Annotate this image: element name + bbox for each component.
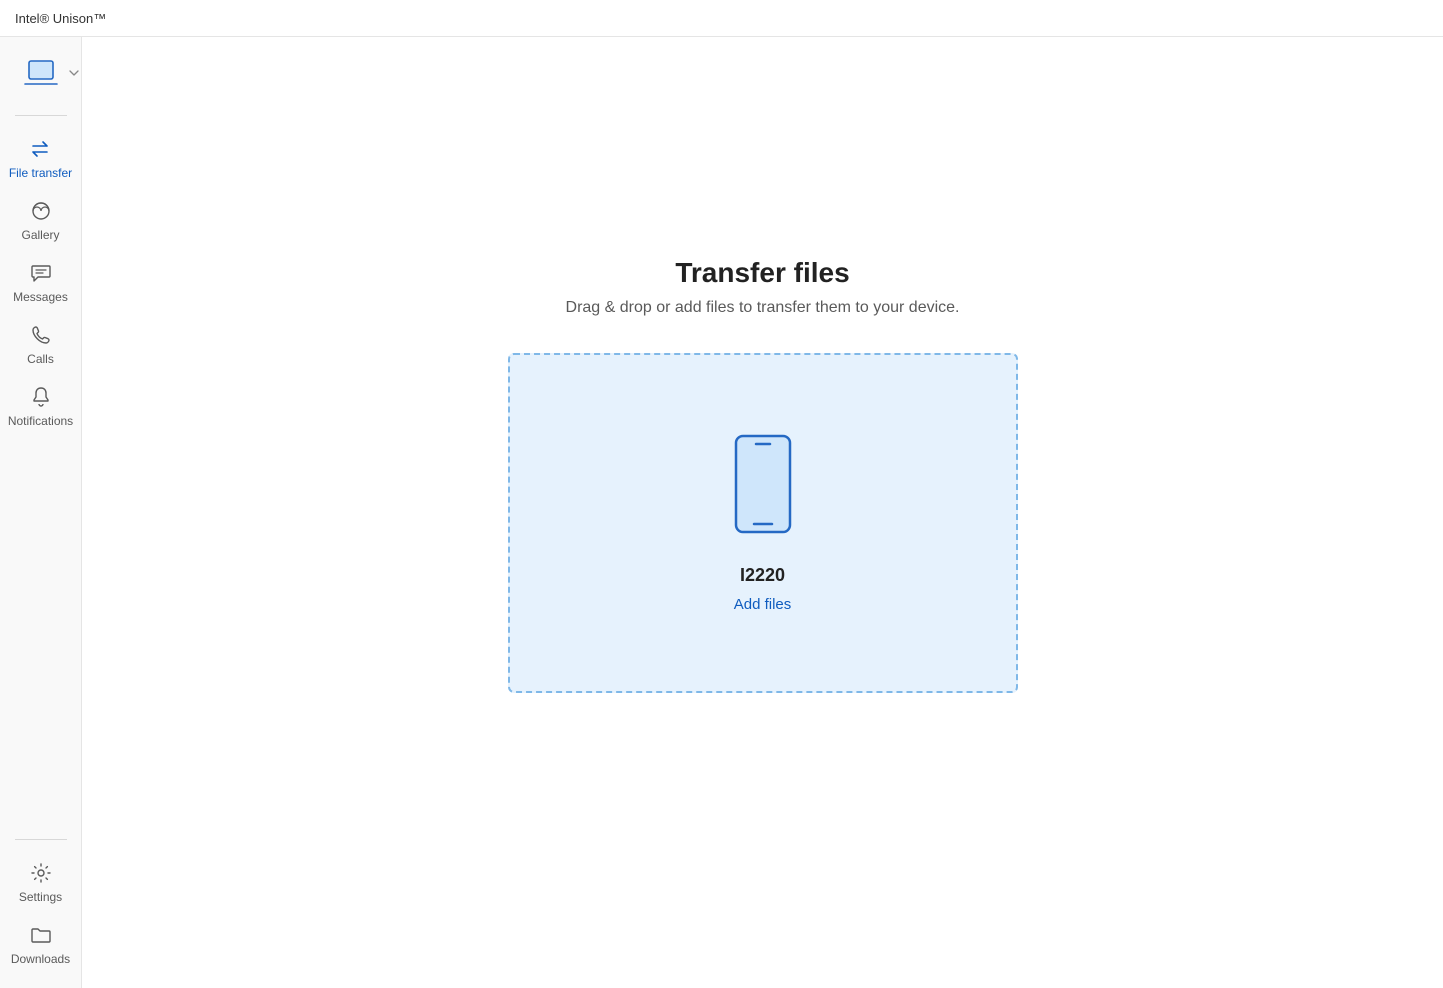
sidebar-item-label: Messages [13,290,68,304]
sidebar-item-gallery[interactable]: Gallery [0,190,81,252]
device-selector[interactable] [13,55,69,91]
sidebar-item-label: Calls [27,352,54,366]
sidebar-item-notifications[interactable]: Notifications [0,376,81,438]
page-subtitle: Drag & drop or add files to transfer the… [566,299,960,317]
chevron-down-icon [69,69,79,77]
smartphone-icon [734,434,792,539]
transfer-icon [30,138,52,160]
sidebar-item-downloads[interactable]: Downloads [0,914,81,976]
app-header: Intel® Unison™ [0,0,1443,37]
gear-icon [31,862,51,884]
sidebar-item-label: Notifications [8,414,73,428]
sidebar-item-file-transfer[interactable]: File transfer [0,128,81,190]
messages-icon [30,262,52,284]
sidebar-divider-bottom [15,839,67,840]
file-dropzone[interactable]: I2220 Add files [508,353,1018,693]
folder-icon [30,924,52,946]
sidebar-item-label: Settings [19,890,62,904]
sidebar-item-messages[interactable]: Messages [0,252,81,314]
bell-icon [31,386,51,408]
main-content: Transfer files Drag & drop or add files … [82,37,1443,988]
phone-icon [31,324,51,346]
sidebar-item-settings[interactable]: Settings [0,852,81,914]
sidebar-item-calls[interactable]: Calls [0,314,81,376]
gallery-icon [31,200,51,222]
add-files-link[interactable]: Add files [734,596,792,613]
device-name: I2220 [740,565,785,586]
sidebar-divider [15,115,67,116]
laptop-icon [24,59,58,87]
sidebar-item-label: Gallery [21,228,59,242]
page-title: Transfer files [675,257,849,289]
app-title: Intel® Unison™ [15,11,106,26]
sidebar-item-label: File transfer [9,166,72,180]
sidebar-item-label: Downloads [11,952,70,966]
sidebar: File transfer Gallery [0,37,82,988]
